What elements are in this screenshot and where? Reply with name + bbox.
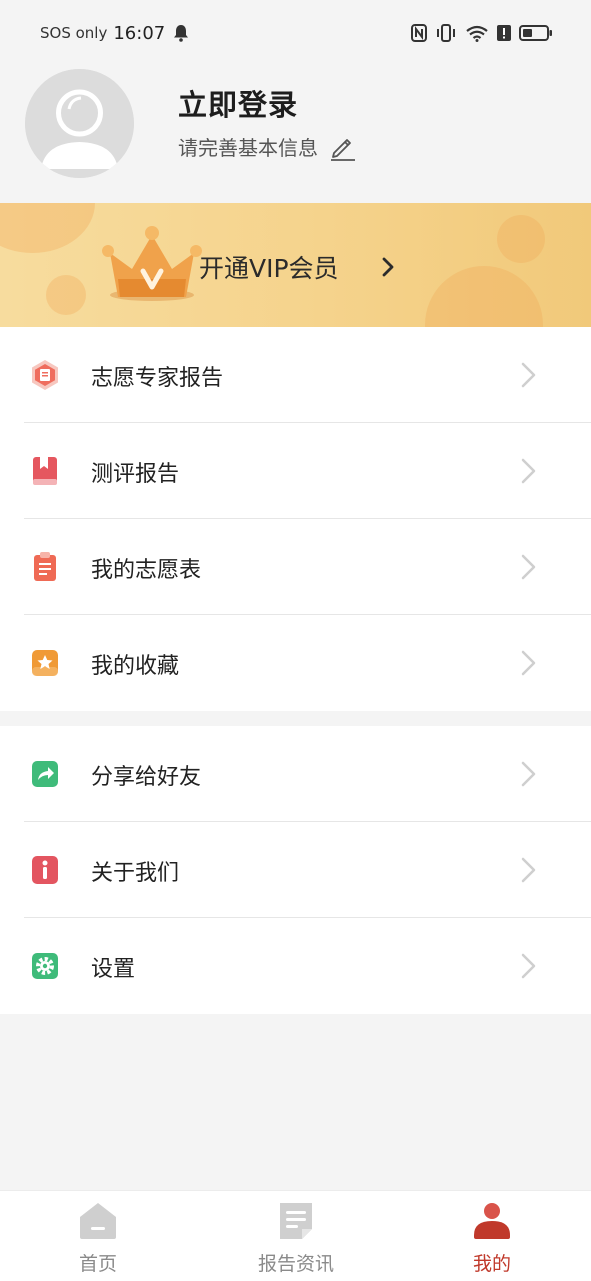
tab-label: 报告资讯 <box>257 1253 334 1275</box>
tab-label: 我的 <box>472 1253 511 1275</box>
nfc-icon <box>411 24 427 42</box>
share-arrow-icon <box>32 761 58 787</box>
menu-item-assessment-report[interactable]: 测评报告 <box>0 423 591 519</box>
carrier-text: SOS only <box>40 24 108 42</box>
chevron-right-icon <box>521 458 536 484</box>
menu-group-reports: 志愿专家报告 测评报告 我的志愿表 我的收藏 <box>0 327 591 711</box>
chevron-right-icon <box>521 362 536 388</box>
wifi-icon <box>466 25 488 42</box>
tab-report-news[interactable]: 报告资讯 <box>226 1191 366 1281</box>
menu-label: 设置 <box>91 957 136 982</box>
menu-label: 关于我们 <box>91 861 180 886</box>
info-icon <box>32 856 58 884</box>
home-icon <box>80 1203 116 1239</box>
bookmark-book-icon <box>33 457 57 485</box>
gear-icon <box>32 953 58 979</box>
report-badge-icon <box>32 360 58 390</box>
bottom-tab-bar: 首页 报告资讯 我的 <box>0 1190 591 1281</box>
star-icon <box>32 650 58 676</box>
menu-item-expert-report[interactable]: 志愿专家报告 <box>0 327 591 423</box>
battery-icon <box>519 25 552 41</box>
menu-item-my-favorites[interactable]: 我的收藏 <box>0 615 591 711</box>
menu-label: 我的收藏 <box>91 654 180 679</box>
menu-label: 测评报告 <box>91 462 180 487</box>
menu-label: 分享给好友 <box>91 765 202 790</box>
vibrate-icon <box>437 24 455 42</box>
tab-label: 首页 <box>78 1253 117 1275</box>
menu-group-general: 分享给好友 关于我们 设置 <box>0 726 591 1014</box>
vip-label: 开通VIP会员 <box>199 254 339 283</box>
tab-home[interactable]: 首页 <box>28 1191 168 1281</box>
tab-mine[interactable]: 我的 <box>422 1191 562 1281</box>
menu-item-my-application-form[interactable]: 我的志愿表 <box>0 519 591 615</box>
crown-icon <box>102 226 202 301</box>
menu-item-about-us[interactable]: 关于我们 <box>0 822 591 918</box>
status-bar: SOS only 16:07 <box>0 0 591 66</box>
chevron-right-icon <box>521 857 536 883</box>
bell-icon <box>174 25 189 42</box>
menu-label: 志愿专家报告 <box>91 366 224 391</box>
alert-icon <box>497 25 511 41</box>
person-icon <box>474 1203 510 1239</box>
avatar[interactable] <box>25 69 134 178</box>
chevron-right-icon <box>521 953 536 979</box>
profile-header[interactable]: 立即登录 请完善基本信息 <box>0 66 591 203</box>
document-icon <box>280 1203 312 1239</box>
complete-info-link[interactable]: 请完善基本信息 <box>178 132 356 161</box>
chevron-right-icon <box>521 761 536 787</box>
clipboard-icon <box>34 552 56 581</box>
vip-banner[interactable]: 开通VIP会员 <box>0 203 591 327</box>
menu-item-share[interactable]: 分享给好友 <box>0 726 591 822</box>
clock: 16:07 <box>113 22 166 44</box>
edit-pencil-icon <box>331 138 355 161</box>
profile-subtitle: 请完善基本信息 <box>178 136 318 160</box>
chevron-right-icon <box>521 650 536 676</box>
login-title[interactable]: 立即登录 <box>178 82 298 124</box>
default-avatar-icon <box>25 69 134 178</box>
menu-label: 我的志愿表 <box>91 558 202 583</box>
chevron-right-icon <box>382 257 394 277</box>
chevron-right-icon <box>521 554 536 580</box>
menu-item-settings[interactable]: 设置 <box>0 918 591 1014</box>
